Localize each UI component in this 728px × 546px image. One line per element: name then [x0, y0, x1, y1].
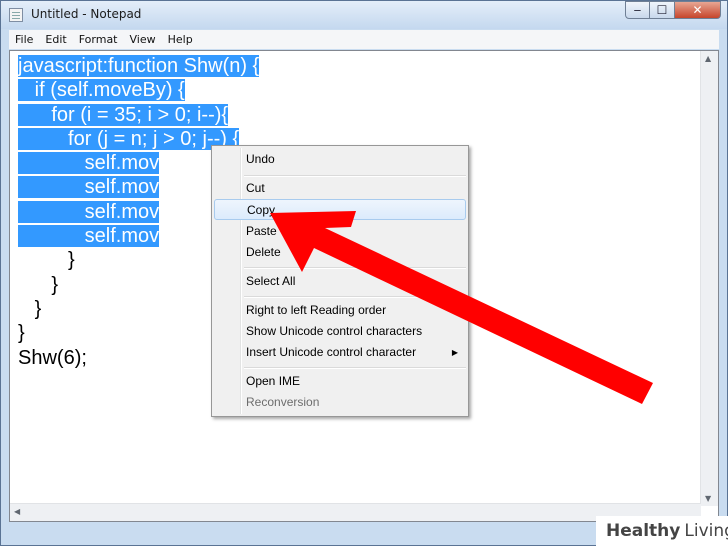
menu-separator: [244, 296, 466, 298]
editor-line[interactable]: javascript:function Shw(n) {: [18, 54, 260, 78]
close-button[interactable]: ✕: [675, 1, 721, 19]
submenu-arrow-icon: ▶: [451, 348, 458, 357]
menu-format[interactable]: Format: [73, 33, 124, 46]
menu-separator: [244, 267, 466, 269]
line-text[interactable]: Shw(6);: [18, 347, 87, 369]
watermark-brand-2: Living: [684, 521, 728, 541]
selected-text[interactable]: self.mov: [18, 225, 160, 248]
scroll-left-icon[interactable]: ◀: [14, 507, 20, 516]
line-text[interactable]: }: [18, 249, 75, 271]
selected-text[interactable]: self.mov: [18, 200, 160, 223]
editor-line[interactable]: for (i = 35; i > 0; i--){: [18, 103, 259, 127]
title-bar[interactable]: Untitled - Notepad ‒ ☐ ✕: [1, 1, 727, 29]
menu-separator: [244, 367, 466, 369]
menu-item-show-unicode[interactable]: Show Unicode control characters: [214, 321, 466, 342]
notepad-icon: [9, 8, 23, 22]
window-title: Untitled - Notepad: [31, 7, 142, 21]
vertical-scrollbar[interactable]: ▲ ▼: [700, 51, 718, 506]
line-text[interactable]: }: [18, 298, 42, 320]
menu-item-paste[interactable]: Paste: [214, 221, 466, 242]
menu-item-reconversion: Reconversion: [246, 395, 320, 409]
menu-item-undo[interactable]: Undo: [214, 149, 466, 170]
line-text[interactable]: }: [18, 322, 25, 344]
scroll-down-icon[interactable]: ▼: [705, 494, 711, 503]
selected-text[interactable]: for (j = n; j > 0; j--) {: [18, 127, 240, 150]
selected-text[interactable]: if (self.moveBy) {: [18, 79, 185, 102]
line-text[interactable]: }: [18, 274, 58, 296]
selected-text[interactable]: self.mov: [18, 152, 160, 175]
minimize-button[interactable]: ‒: [625, 1, 650, 19]
scroll-up-icon[interactable]: ▲: [705, 54, 711, 63]
menu-item-select-all[interactable]: Select All: [214, 271, 466, 292]
menu-item-delete[interactable]: Delete: [214, 242, 466, 263]
menu-edit[interactable]: Edit: [39, 33, 72, 46]
editor-line[interactable]: if (self.moveBy) {: [18, 78, 259, 102]
menu-separator: [244, 175, 466, 177]
menu-item-rtl-reading-order[interactable]: Right to left Reading order: [214, 300, 466, 321]
selected-text[interactable]: javascript:function Shw(n) {: [18, 55, 260, 77]
watermark-brand: Healthy: [606, 521, 681, 541]
menu-file[interactable]: File: [9, 33, 39, 46]
menu-item-cut[interactable]: Cut: [214, 178, 466, 199]
maximize-button[interactable]: ☐: [650, 1, 675, 19]
selected-text[interactable]: for (i = 35; i > 0; i--){: [18, 103, 229, 126]
watermark: Healthy Living: [596, 516, 728, 546]
selected-text[interactable]: self.mov: [18, 176, 160, 199]
menu-item-insert-unicode[interactable]: Insert Unicode control character ▶: [214, 342, 466, 363]
context-menu: Undo Cut Copy Paste Delete Select All Ri…: [211, 145, 469, 417]
menu-item-insert-unicode-label: Insert Unicode control character: [246, 345, 417, 359]
menu-bar: File Edit Format View Help: [9, 30, 719, 49]
menu-item-open-ime[interactable]: Open IME: [214, 371, 466, 392]
menu-view[interactable]: View: [124, 33, 162, 46]
menu-help[interactable]: Help: [162, 33, 199, 46]
menu-item-copy[interactable]: Copy: [214, 199, 466, 220]
